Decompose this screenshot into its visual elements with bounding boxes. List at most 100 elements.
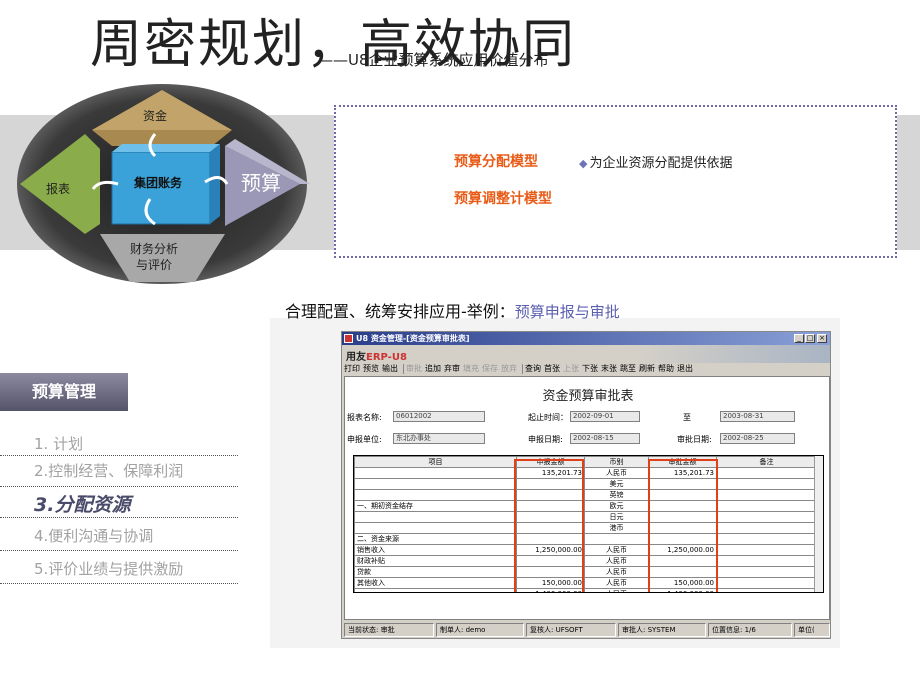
apply-date-field[interactable]: 2002-08-15 [570,433,640,444]
table-cell-cur[interactable]: 人民币 [584,577,649,589]
toolbar-button[interactable]: 退出 [677,363,693,374]
table-row[interactable]: 贷款 人民币 [354,566,817,578]
table-row[interactable]: 英镑 [354,489,817,501]
table-row[interactable]: 港币 [354,522,817,534]
table-cell-cur[interactable]: 日元 [584,511,649,523]
table-cell-cur[interactable]: 人民币 [584,555,649,567]
table-cell-item[interactable] [354,467,517,479]
table-cell-note[interactable] [716,522,817,534]
table-row[interactable]: 1,400,000.00人民币1,400,000.00 [354,588,817,592]
table-cell-note[interactable] [716,489,817,501]
diagram-left-label: 报表 [46,181,70,196]
table-cell-item[interactable] [354,478,517,490]
sidebar-item-evaluate[interactable]: 5.评价业绩与提供激励 [34,558,183,579]
toolbar-button[interactable]: 末张 [601,363,617,374]
toolbar-button[interactable]: 弃审 [444,363,460,374]
table-cell-item[interactable]: 销售收入 [354,544,517,556]
table-cell-note[interactable] [716,555,817,567]
table-cell-note[interactable] [716,533,817,545]
table-row[interactable]: 日元 [354,511,817,523]
value-diagram: 资金 报表 集团账务 预算 财务分析 与评价 [17,84,310,284]
budget-allocation-model: 预算分配模型 [454,154,538,170]
toolbar-button[interactable]: 查询 [525,363,541,374]
sidebar-item-control[interactable]: 2.控制经营、保障利润 [34,460,183,481]
diagram-bottom-label-2: 与评价 [136,258,172,272]
sidebar-item-allocate[interactable]: 3.分配资源 [34,490,130,517]
table-cell-item[interactable]: 其他收入 [354,577,517,589]
table-cell-cur[interactable]: 人民币 [584,588,649,592]
table-row[interactable]: 一、期初资金结存 欧元 [354,500,817,512]
period-to-field[interactable]: 2003-08-31 [720,411,795,422]
diagram-bottom-label-1: 财务分析 [130,241,178,256]
table-cell-note[interactable] [716,588,817,592]
table-cell-item[interactable] [354,522,517,534]
table-cell-note[interactable] [716,577,817,589]
unit-field[interactable]: 东北办事处 [393,433,485,444]
table-cell-note[interactable] [716,511,817,523]
table-cell-item[interactable] [354,588,517,592]
toolbar-button[interactable]: 打印 [344,363,360,374]
toolbar-button[interactable]: 预览 [363,363,379,374]
toolbar-button[interactable]: 首张 [544,363,560,374]
unit-label: 申报单位: [347,435,382,444]
approve-date-field[interactable]: 2002-08-25 [720,433,795,444]
sidebar-item-plan[interactable]: 1. 计划 [34,433,83,454]
table-row[interactable]: 财政补贴 人民币 [354,555,817,567]
report-name-field[interactable]: 06012002 [393,411,485,422]
table-cell-item[interactable] [354,489,517,501]
table-cell-note[interactable] [716,544,817,556]
table-cell-item[interactable]: 一、期初资金结存 [354,500,517,512]
table-row[interactable]: 二、资金来源 [354,533,817,545]
toolbar-separator [522,363,523,374]
diagram-center-label: 集团账务 [133,175,183,190]
toolbar-button[interactable]: 上张 [563,363,579,374]
table-cell-cur[interactable]: 美元 [584,478,649,490]
table-cell-item[interactable]: 财政补贴 [354,555,517,567]
toolbar-button[interactable]: 输出 [382,363,398,374]
toolbar-button[interactable]: 下张 [582,363,598,374]
erp-window: U8 资金管理-[资金预算审批表] _ □ × 用友ERP-U8 打印 预览 输出审… [341,331,831,639]
budget-table: 项目 申报金额 币别 审批金额 备注 135,201.73 人民币 135,201.73 美元… [354,456,817,592]
toolbar-button[interactable]: 保存 [482,363,498,374]
erp-titlebar[interactable]: U8 资金管理-[资金预算审批表] [342,332,830,345]
table-cell-item[interactable]: 贷款 [354,566,517,578]
period-from-field[interactable]: 2002-09-01 [570,411,640,422]
toolbar-button[interactable]: 追加 [425,363,441,374]
table-cell-cur[interactable] [584,533,649,545]
table-cell-note[interactable] [716,478,817,490]
toolbar-button[interactable]: 刷新 [639,363,655,374]
toolbar-button[interactable]: 帮助 [658,363,674,374]
table-cell-cur[interactable]: 人民币 [584,544,649,556]
table-cell-note[interactable] [716,467,817,479]
budget-adjustment-model: 预算调整计模型 [454,191,552,207]
grid-header[interactable]: 项目 [354,456,517,468]
table-cell-cur[interactable]: 人民币 [584,566,649,578]
toolbar-button[interactable]: 跳至 [620,363,636,374]
maximize-button[interactable]: □ [805,334,815,343]
minimize-button[interactable]: _ [794,334,804,343]
close-button[interactable]: × [817,334,827,343]
table-row[interactable]: 135,201.73 人民币 135,201.73 [354,467,817,479]
table-cell-note[interactable] [716,500,817,512]
table-cell-cur[interactable]: 英镑 [584,489,649,501]
grid-scrollbar[interactable] [814,456,823,592]
erp-statusbar: 当前状态: 审批 制单人: demo 复核人: UFSOFT 审批人: SYST… [344,623,830,637]
table-cell-cur[interactable]: 欧元 [584,500,649,512]
table-row[interactable]: 其他收入 150,000.00 人民币 150,000.00 [354,577,817,589]
table-row[interactable]: 美元 [354,478,817,490]
apply-date-label: 申报日期: [528,435,563,444]
table-cell-cur[interactable]: 港币 [584,522,649,534]
table-row[interactable]: 销售收入 1,250,000.00 人民币 1,250,000.00 [354,544,817,556]
toolbar-button[interactable]: 填充 [463,363,479,374]
sidebar-title: 预算管理 [0,373,128,411]
example-title: 合理配置、统筹安排应用-举例：预算申报与审批 [285,298,620,322]
table-cell-item[interactable]: 二、资金来源 [354,533,517,545]
sidebar-item-communicate[interactable]: 4.便利沟通与协调 [34,525,153,546]
grid-header[interactable]: 备注 [716,456,817,468]
table-cell-note[interactable] [716,566,817,578]
toolbar-button[interactable]: 放弃 [501,363,517,374]
table-cell-item[interactable] [354,511,517,523]
grid-header[interactable]: 币别 [584,456,649,468]
toolbar-button[interactable]: 审批 [406,363,422,374]
table-cell-cur[interactable]: 人民币 [584,467,649,479]
